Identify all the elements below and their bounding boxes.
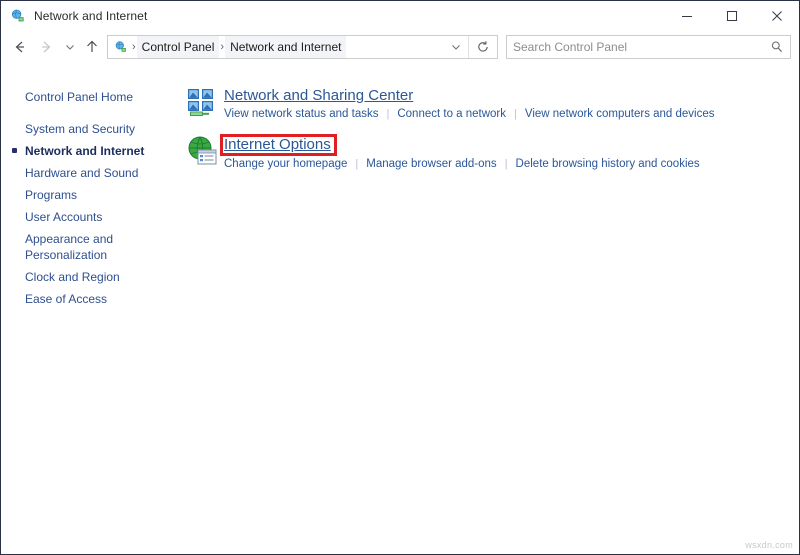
link-separator: | [504,158,508,170]
sidebar-item-control-panel-home[interactable]: Control Panel Home [1,86,183,108]
link-manage-browser-add-ons[interactable]: Manage browser add-ons [366,157,496,172]
sidebar-item-programs[interactable]: Programs [1,184,183,206]
search-box[interactable] [506,35,791,59]
category-body: Internet Options Change your homepage | … [220,134,700,172]
category-internet-options: Internet Options Change your homepage | … [183,134,799,172]
minimize-button[interactable] [664,1,709,31]
sidebar-item-network-and-internet[interactable]: Network and Internet [1,140,183,162]
close-button[interactable] [754,1,799,31]
breadcrumb-item-control-panel[interactable]: Control Panel [136,36,220,58]
sidebar-item-appearance-and-personalization[interactable]: Appearance and Personalization [1,228,183,266]
address-dropdown-chevron-down-icon[interactable] [444,36,468,58]
link-change-your-homepage[interactable]: Change your homepage [224,157,347,172]
sidebar-item-ease-of-access[interactable]: Ease of Access [1,288,183,310]
link-view-network-status-and-tasks[interactable]: View network status and tasks [224,107,378,122]
back-arrow-icon[interactable] [7,34,33,60]
link-separator: | [355,158,359,170]
refresh-icon[interactable] [469,36,497,58]
category-links-internet-options: Change your homepage | Manage browser ad… [224,157,700,172]
title-bar: Network and Internet [1,1,799,31]
search-icon[interactable] [764,40,790,54]
link-view-network-computers-and-devices[interactable]: View network computers and devices [525,107,715,122]
sidebar-item-system-and-security[interactable]: System and Security [1,118,183,140]
category-body: Network and Sharing Center View network … [224,86,715,122]
network-sharing-center-icon [186,86,218,118]
link-connect-to-a-network[interactable]: Connect to a network [397,107,506,122]
internet-options-icon [186,134,218,166]
title-bar-left: Network and Internet [1,8,664,24]
link-delete-browsing-history-and-cookies[interactable]: Delete browsing history and cookies [516,157,700,172]
category-title-network-and-sharing-center[interactable]: Network and Sharing Center [224,86,413,106]
up-arrow-icon[interactable] [81,34,103,60]
sidebar-item-clock-and-region[interactable]: Clock and Region [1,266,183,288]
link-separator: | [386,108,390,120]
search-input[interactable] [507,40,764,54]
breadcrumb-item-network-and-internet[interactable]: Network and Internet [225,36,347,58]
network-globe-icon [10,8,26,24]
content-area: Control Panel Home System and Security N… [1,63,799,554]
address-toolbar: › Control Panel › Network and Internet [1,31,799,63]
category-links-network-and-sharing-center: View network status and tasks | Connect … [224,107,715,122]
main-panel: Network and Sharing Center View network … [183,64,799,554]
sidebar-item-hardware-and-sound[interactable]: Hardware and Sound [1,162,183,184]
category-network-and-sharing-center: Network and Sharing Center View network … [183,86,799,122]
sidebar-item-user-accounts[interactable]: User Accounts [1,206,183,228]
watermark: wsxdn.com [745,540,793,550]
link-separator: | [514,108,517,120]
sidebar: Control Panel Home System and Security N… [1,64,183,554]
maximize-button[interactable] [709,1,754,31]
breadcrumb: › Control Panel › Network and Internet [108,36,444,58]
window-title: Network and Internet [34,9,148,23]
recent-locations-chevron-down-icon[interactable] [59,34,81,60]
category-title-internet-options[interactable]: Internet Options [220,134,337,156]
window-controls [664,1,799,31]
address-bar[interactable]: › Control Panel › Network and Internet [107,35,498,59]
breadcrumb-network-globe-icon [113,39,129,55]
control-panel-window: Network and Internet › Control Panel › N… [0,0,800,555]
forward-arrow-icon[interactable] [33,34,59,60]
